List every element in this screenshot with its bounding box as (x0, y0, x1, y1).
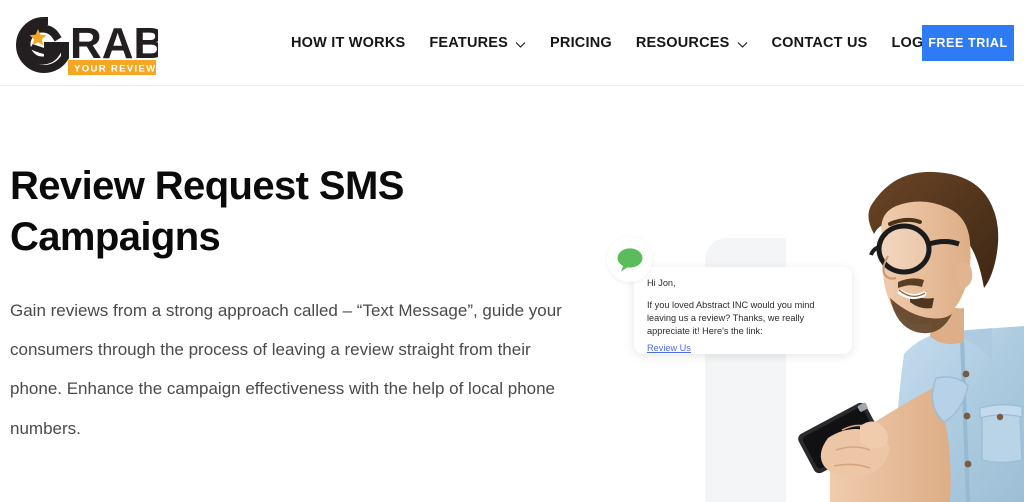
site-header: RAB YOUR REVIEWS HOW IT WORKS FEATURES P… (0, 0, 1024, 86)
nav-item-resources[interactable]: RESOURCES (624, 0, 760, 86)
free-trial-button[interactable]: FREE TRIAL (922, 25, 1014, 61)
logo-tagline-text: YOUR REVIEWS (74, 64, 158, 75)
chevron-down-icon (515, 39, 526, 50)
landing-page: RAB YOUR REVIEWS HOW IT WORKS FEATURES P… (0, 0, 1024, 502)
nav-label-resources: RESOURCES (635, 35, 730, 51)
brand-logo[interactable]: RAB YOUR REVIEWS (8, 10, 158, 76)
nav-label-pricing: PRICING (550, 35, 612, 51)
chat-bubble-avatar (607, 237, 652, 282)
nav-item-how-it-works[interactable]: HOW IT WORKS (279, 0, 417, 86)
sms-message-card: Hi Jon, If you loved Abstract INC would … (634, 267, 852, 354)
nav-item-features[interactable]: FEATURES (417, 0, 538, 86)
nav-label-contact-us: CONTACT US (771, 35, 868, 51)
main-navigation: HOW IT WORKS FEATURES PRICING RESOURCES … (279, 0, 950, 86)
hero-illustration: Hi Jon, If you loved Abstract INC would … (596, 86, 1024, 502)
hero-description: Gain reviews from a strong approach call… (10, 300, 562, 438)
nav-label-features: FEATURES (429, 35, 509, 51)
hero-copy: Review Request SMS Campaigns Gain review… (10, 161, 570, 448)
chat-bubble-icon (617, 247, 642, 271)
sms-greeting: Hi Jon, (647, 278, 676, 288)
hero-section: Review Request SMS Campaigns Gain review… (0, 86, 1024, 502)
nav-label-how-it-works: HOW IT WORKS (291, 35, 406, 51)
page-title: Review Request SMS Campaigns (10, 164, 404, 259)
nav-item-pricing[interactable]: PRICING (538, 0, 624, 86)
nav-item-contact-us[interactable]: CONTACT US (760, 0, 880, 86)
chevron-down-icon (737, 39, 748, 50)
sms-body: If you loved Abstract INC would you mind… (647, 300, 815, 337)
review-us-link[interactable]: Review Us (647, 343, 691, 353)
logo-svg: RAB YOUR REVIEWS (16, 16, 158, 75)
